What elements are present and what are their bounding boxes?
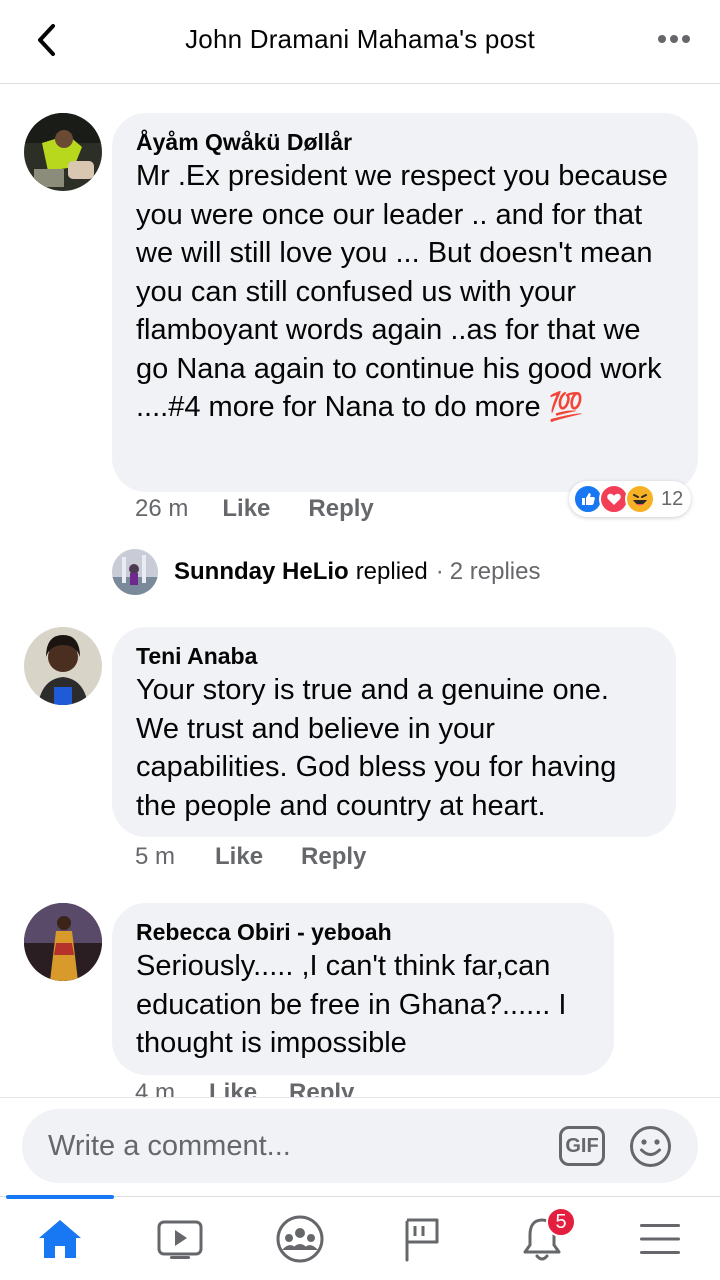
reaction-count: 12 <box>661 487 684 510</box>
nav-menu[interactable] <box>630 1211 690 1267</box>
reaction-summary[interactable]: 12 <box>569 481 692 517</box>
comment-composer-bar: GIF <box>0 1097 720 1195</box>
more-horizontal-icon <box>658 35 690 43</box>
avatar[interactable] <box>24 113 102 191</box>
haha-icon <box>625 484 655 514</box>
more-options-button[interactable] <box>654 24 694 54</box>
reply-count: 2 replies <box>449 558 541 585</box>
comment-text: Your story is true and a genuine one. We… <box>136 674 617 822</box>
comment-bubble: Åyåm Qwåkü Døllår Mr .Ex president we re… <box>112 113 698 492</box>
reply-button[interactable]: Reply <box>301 843 366 871</box>
emoji-button[interactable] <box>629 1125 672 1168</box>
active-tab-indicator <box>6 1195 114 1199</box>
replied-label: replied <box>355 558 428 585</box>
home-icon <box>39 1220 81 1258</box>
comment-actions: 5 m Like Reply <box>135 843 404 871</box>
like-button[interactable]: Like <box>209 1079 257 1097</box>
comment-text: Seriously..... ,I can't think far,can ed… <box>136 950 567 1059</box>
smiley-icon <box>630 1126 671 1167</box>
reply-button[interactable]: Reply <box>289 1079 354 1097</box>
comment-bubble: Rebecca Obiri - yeboah Seriously..... ,I… <box>112 903 614 1075</box>
menu-icon <box>640 1224 680 1254</box>
nav-pages[interactable] <box>392 1211 452 1267</box>
nav-video[interactable] <box>150 1211 210 1267</box>
comment-actions: 26 m Like Reply <box>135 495 412 523</box>
avatar <box>112 549 158 595</box>
comment-time[interactable]: 5 m <box>135 843 175 871</box>
video-icon <box>157 1220 203 1259</box>
gif-button[interactable]: GIF <box>559 1126 605 1166</box>
comment-author[interactable]: Rebecca Obiri - yeboah <box>136 917 592 947</box>
avatar[interactable] <box>24 903 102 981</box>
nav-home[interactable] <box>30 1211 90 1267</box>
comment-composer: GIF <box>22 1109 698 1183</box>
post-header: John Dramani Mahama's post <box>0 0 720 84</box>
reply-button[interactable]: Reply <box>308 495 373 523</box>
bottom-navigation: 5 <box>0 1195 720 1280</box>
comment-text: Mr .Ex president we respect you because … <box>136 160 668 423</box>
comment-input[interactable] <box>48 1109 548 1183</box>
nav-groups[interactable] <box>270 1211 330 1267</box>
comments-list: Åyåm Qwåkü Døllår Mr .Ex president we re… <box>0 85 720 1097</box>
avatar[interactable] <box>24 627 102 705</box>
pages-flag-icon <box>405 1218 439 1262</box>
comment-author[interactable]: Åyåm Qwåkü Døllår <box>136 127 676 157</box>
comment-author[interactable]: Teni Anaba <box>136 641 654 671</box>
comment-time[interactable]: 4 m <box>135 1079 175 1097</box>
notification-badge: 5 <box>546 1207 576 1237</box>
comment-bubble: Teni Anaba Your story is true and a genu… <box>112 627 676 837</box>
reply-author: Sunnday HeLio <box>174 558 349 585</box>
separator-dot: · <box>435 558 444 585</box>
nav-notifications[interactable]: 5 <box>512 1207 576 1267</box>
like-button[interactable]: Like <box>215 843 263 871</box>
comment-actions: 4 m Like Reply <box>135 1079 392 1097</box>
groups-icon <box>276 1215 324 1263</box>
hundred-points-emoji: 💯 <box>548 391 584 422</box>
comment-time[interactable]: 26 m <box>135 495 188 523</box>
view-replies-link[interactable]: Sunnday HeLio replied · 2 replies <box>112 549 540 595</box>
like-button[interactable]: Like <box>222 495 270 523</box>
page-title: John Dramani Mahama's post <box>185 24 535 54</box>
